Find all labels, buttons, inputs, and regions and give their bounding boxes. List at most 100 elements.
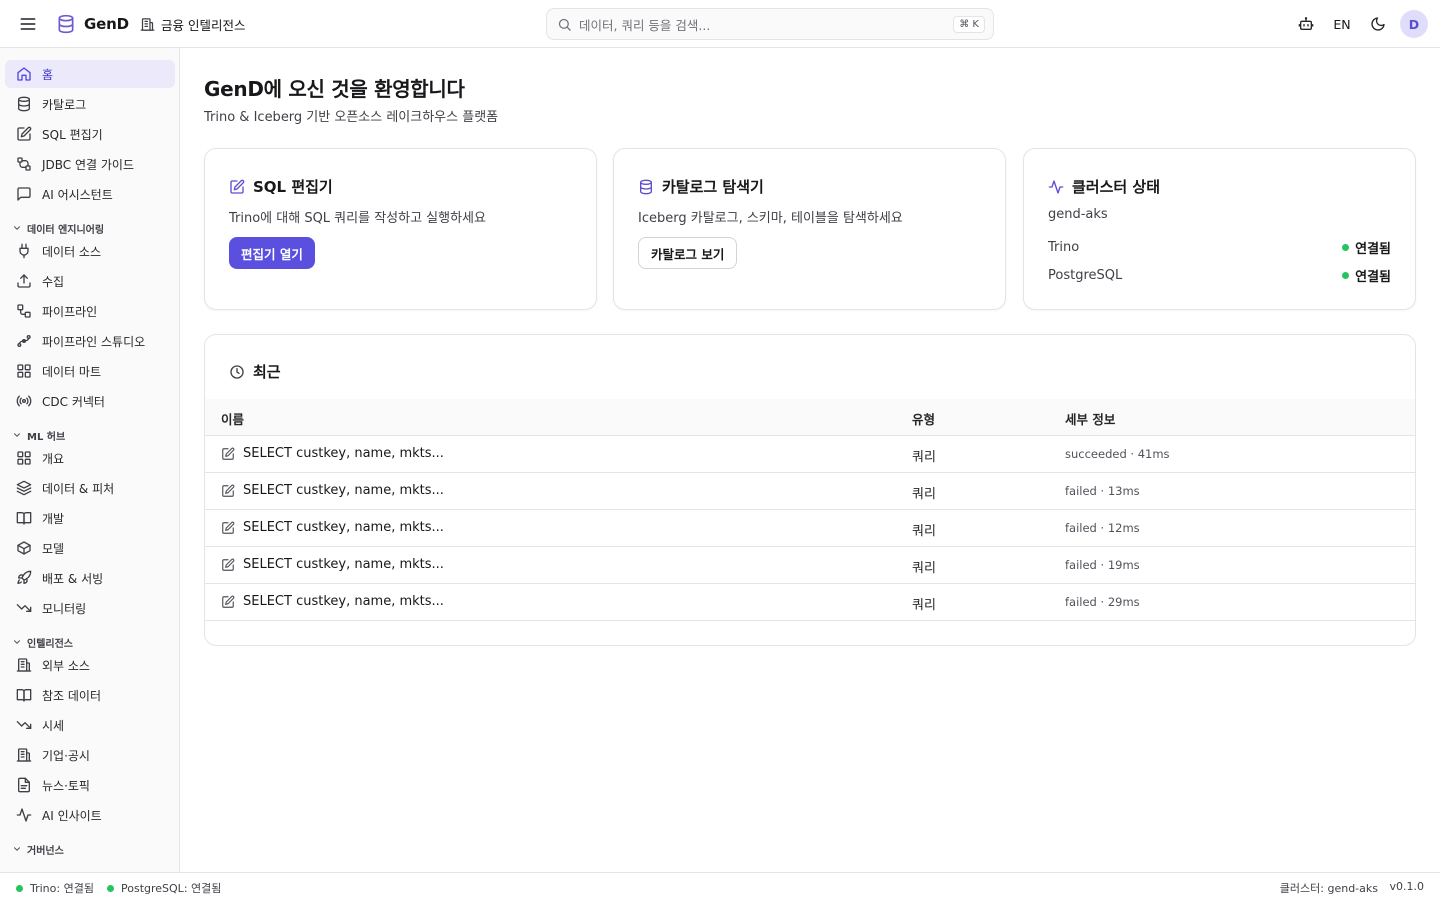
- cluster-status-card: 클러스터 상태 gend-aks Trino 연결됨 PostgreSQL 연결…: [1023, 148, 1416, 310]
- building-icon: [16, 747, 32, 763]
- row-detail: failed · 13ms: [1065, 484, 1140, 498]
- sql-editor-card: SQL 편집기 Trino에 대해 SQL 쿼리를 작성하고 실행하세요 편집기…: [204, 148, 597, 310]
- service-name: Trino: [1048, 239, 1080, 255]
- recent-panel: 최근 이름 유형 세부 정보 SELECT custkey, name, mkt…: [204, 334, 1416, 646]
- sidebar-item-radio-5[interactable]: CDC 커넥터: [5, 387, 175, 415]
- search-placeholder: 데이터, 쿼리 등을 검색...: [579, 17, 711, 33]
- upload-icon: [16, 273, 32, 289]
- version-label: v0.1.0: [1389, 880, 1425, 893]
- sidebar-section-1[interactable]: ML 허브: [12, 427, 65, 443]
- main-content: GenD에 오신 것을 환영합니다 Trino & Iceberg 기반 오픈소…: [180, 48, 1440, 872]
- row-type: 쿼리: [912, 524, 936, 539]
- edit-icon: [221, 484, 235, 498]
- sidebar-item-book-12[interactable]: 개발: [5, 504, 175, 532]
- sidebar-item-grid-10[interactable]: 개요: [5, 444, 175, 472]
- sidebar-item-spline-3[interactable]: 파이프라인 스튜디오: [5, 327, 175, 355]
- open-editor-button[interactable]: 편집기 열기: [229, 237, 315, 269]
- file-text-icon: [16, 777, 32, 793]
- sidebar-item-trending-down-15[interactable]: 모니터링: [5, 594, 175, 622]
- sidebar-section-2[interactable]: 인텔리전스: [12, 634, 73, 650]
- rocket-icon: [16, 570, 32, 586]
- sidebar-section-title: 거버넌스: [27, 845, 64, 857]
- service-status-trino: Trino 연결됨: [1048, 237, 1391, 257]
- book-icon: [16, 687, 32, 703]
- chevron-down-icon: [12, 844, 22, 854]
- sidebar-item-label: 파이프라인 스튜디오: [42, 334, 146, 349]
- sidebar-item-file-text-24[interactable]: 뉴스·토픽: [5, 771, 175, 799]
- sidebar-item-layers-11[interactable]: 데이터 & 피처: [5, 474, 175, 502]
- sidebar-item-label: AI 인사이트: [42, 808, 102, 823]
- sidebar-item-rocket-14[interactable]: 배포 & 서빙: [5, 564, 175, 592]
- box-icon: [16, 540, 32, 556]
- table-row[interactable]: SELECT custkey, name, mkts... 쿼리 failed · …: [205, 510, 1415, 547]
- book-icon: [16, 510, 32, 526]
- row-type: 쿼리: [912, 598, 936, 613]
- workspace-selector[interactable]: 금융 인텔리전스: [140, 15, 245, 34]
- edit-icon: [221, 595, 235, 609]
- trending-down-icon: [16, 717, 32, 733]
- sidebar-item-book-21[interactable]: 참조 데이터: [5, 681, 175, 709]
- sidebar-item-jdbc-cable-3[interactable]: JDBC 연결 가이드: [5, 150, 175, 178]
- menu-icon[interactable]: [18, 14, 38, 34]
- search-icon: [557, 17, 572, 32]
- row-name: SELECT custkey, name, mkts...: [243, 483, 444, 498]
- trino-status: Trino: 연결됨: [16, 880, 94, 896]
- sidebar-item-building-20[interactable]: 외부 소스: [5, 651, 175, 679]
- table-row[interactable]: SELECT custkey, name, mkts... 쿼리 succeeded…: [205, 436, 1415, 473]
- edit-icon: [229, 179, 245, 195]
- sidebar-item-upload-1[interactable]: 수집: [5, 267, 175, 295]
- sidebar-item-label: AI 어시스턴트: [42, 187, 113, 202]
- search-input[interactable]: 데이터, 쿼리 등을 검색... ⌘ K: [546, 8, 994, 40]
- chevron-down-icon: [12, 430, 22, 440]
- home-icon: [16, 66, 32, 82]
- status-dot: [107, 884, 114, 892]
- sidebar-item-plug-0[interactable]: 데이터 소스: [5, 237, 175, 265]
- brand[interactable]: GenD: [56, 13, 129, 35]
- sidebar-item-label: 모니터링: [42, 601, 87, 616]
- postgresql-status: PostgreSQL: 연결됨: [107, 880, 221, 896]
- database-logo-icon: [56, 13, 76, 35]
- sidebar-section-3[interactable]: 거버넌스: [12, 841, 64, 857]
- sidebar-item-home-0[interactable]: 홈: [5, 60, 175, 88]
- spline-icon: [16, 333, 32, 349]
- sidebar-item-building-23[interactable]: 기업·공시: [5, 741, 175, 769]
- page-title: GenD에 오신 것을 환영합니다: [204, 77, 465, 101]
- table-row[interactable]: SELECT custkey, name, mkts... 쿼리 failed · …: [205, 584, 1415, 621]
- table-row[interactable]: SELECT custkey, name, mkts... 쿼리 failed · …: [205, 547, 1415, 584]
- workflow-icon: [16, 303, 32, 319]
- sidebar-item-label: 뉴스·토픽: [42, 778, 90, 793]
- sidebar-item-activity-25[interactable]: AI 인사이트: [5, 801, 175, 829]
- sidebar-item-label: 수집: [42, 274, 65, 289]
- sidebar-item-edit-2[interactable]: SQL 편집기: [5, 120, 175, 148]
- activity-icon: [16, 807, 32, 823]
- edit-icon: [221, 447, 235, 461]
- sidebar-item-database-1[interactable]: 카탈로그: [5, 90, 175, 118]
- sidebar-section-title: 인텔리전스: [27, 638, 73, 650]
- avatar[interactable]: D: [1400, 10, 1428, 38]
- message-square-icon: [16, 186, 32, 202]
- sidebar-item-workflow-2[interactable]: 파이프라인: [5, 297, 175, 325]
- moon-icon[interactable]: [1360, 10, 1396, 38]
- status-dot: [1342, 243, 1350, 251]
- sidebar-item-label: CDC 커넥터: [42, 394, 105, 409]
- sidebar-item-label: 시세: [42, 718, 65, 733]
- sidebar-item-box-13[interactable]: 모델: [5, 534, 175, 562]
- sidebar-section-0[interactable]: 데이터 엔지니어링: [12, 220, 104, 236]
- sidebar-item-message-square-4[interactable]: AI 어시스턴트: [5, 180, 175, 208]
- cluster-label: 클러스터: gend-aks: [1279, 882, 1378, 895]
- trino-status-text: Trino: 연결됨: [30, 882, 94, 895]
- row-detail: failed · 19ms: [1065, 558, 1140, 572]
- sidebar-item-label: JDBC 연결 가이드: [42, 157, 135, 172]
- database-icon: [638, 179, 654, 195]
- language-toggle[interactable]: EN: [1324, 10, 1360, 38]
- view-catalog-button[interactable]: 카탈로그 보기: [638, 237, 738, 269]
- bot-icon[interactable]: [1288, 10, 1324, 38]
- sidebar-section-title: ML 허브: [27, 431, 66, 443]
- sidebar-item-trending-down-22[interactable]: 시세: [5, 711, 175, 739]
- service-name: PostgreSQL: [1048, 267, 1123, 283]
- edit-icon: [221, 521, 235, 535]
- page-subtitle: Trino & Iceberg 기반 오픈소스 레이크하우스 플랫폼: [204, 110, 499, 125]
- table-row[interactable]: SELECT custkey, name, mkts... 쿼리 failed · …: [205, 473, 1415, 510]
- recent-title: 최근: [253, 363, 281, 381]
- sidebar-item-grid-4[interactable]: 데이터 마트: [5, 357, 175, 385]
